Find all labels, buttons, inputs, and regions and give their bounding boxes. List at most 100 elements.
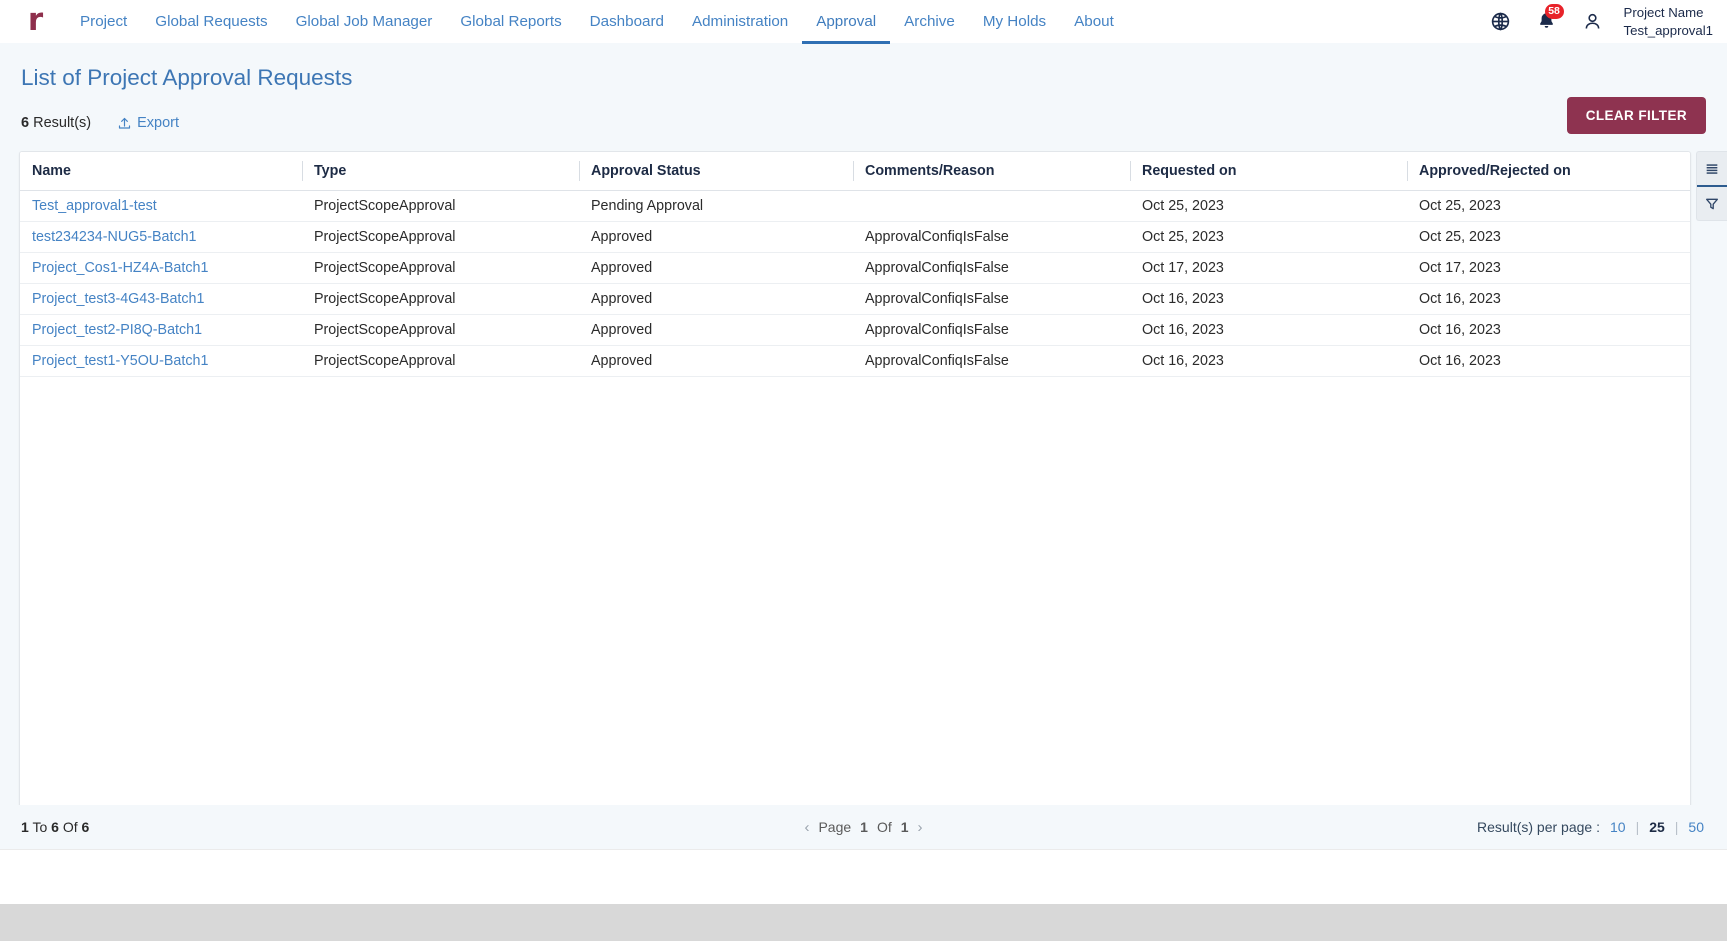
cell-name: test234234-NUG5-Batch1 xyxy=(20,221,302,253)
table-row: Project_Cos1-HZ4A-Batch1 ProjectScopeApp… xyxy=(20,252,1690,284)
column-header-requested-on[interactable]: Requested on xyxy=(1130,152,1407,191)
range-to-label: To xyxy=(32,819,48,835)
page-of-label: Of xyxy=(876,819,892,835)
user-icon xyxy=(1585,13,1600,29)
main-nav-links: Project Global Requests Global Job Manag… xyxy=(66,0,1128,44)
cell-type: ProjectScopeApproval xyxy=(302,283,579,315)
column-header-approved-rejected-on[interactable]: Approved/Rejected on xyxy=(1407,152,1690,191)
per-page-option-50[interactable]: 50 xyxy=(1686,819,1706,835)
total-page-number: 1 xyxy=(900,819,909,835)
app-logo[interactable]: r xyxy=(0,0,56,43)
per-page-divider: | xyxy=(1635,819,1640,835)
export-button[interactable]: Export xyxy=(117,115,179,131)
table-body: Test_approval1-test ProjectScopeApproval… xyxy=(20,190,1690,377)
results-per-page-label: Result(s) per page : xyxy=(1477,819,1600,835)
page-label: Page xyxy=(818,819,852,835)
range-total: 6 xyxy=(81,819,90,835)
user-account-button[interactable] xyxy=(1570,0,1616,43)
current-page-number: 1 xyxy=(860,819,868,835)
language-globe-button[interactable] xyxy=(1478,0,1524,43)
table-header-row: Name Type Approval Status Comments/Reaso… xyxy=(20,152,1690,191)
column-header-type[interactable]: Type xyxy=(302,152,579,191)
cell-name: Project_test1-Y5OU-Batch1 xyxy=(20,345,302,377)
column-header-approval-status[interactable]: Approval Status xyxy=(579,152,853,191)
result-count: 6 Result(s) xyxy=(21,115,91,131)
range-to: 6 xyxy=(51,819,59,835)
filter-panel-button[interactable] xyxy=(1697,187,1727,220)
list-lines-icon xyxy=(1706,163,1718,174)
cell-comments: ApprovalConfiqIsFalse xyxy=(853,345,1130,377)
cell-type: ProjectScopeApproval xyxy=(302,221,579,253)
cell-type: ProjectScopeApproval xyxy=(302,345,579,377)
column-settings-button[interactable] xyxy=(1697,152,1727,185)
record-range: 1 To 6 Of 6 xyxy=(21,819,89,835)
nav-item-project[interactable]: Project xyxy=(66,1,141,44)
notification-badge-count: 58 xyxy=(1544,4,1564,19)
globe-icon xyxy=(1491,12,1510,31)
column-header-comments-reason[interactable]: Comments/Reason xyxy=(853,152,1130,191)
cell-requested-on: Oct 16, 2023 xyxy=(1130,345,1407,377)
range-of-label: Of xyxy=(62,819,78,835)
next-page-button[interactable]: › xyxy=(918,819,923,836)
cell-comments xyxy=(853,190,1130,222)
pagination-bar: 1 To 6 Of 6 ‹ Page 1 Of 1 › Result(s) pe… xyxy=(0,805,1727,849)
cell-status: Approved xyxy=(579,283,853,315)
project-context[interactable]: Project Name Test_approval1 xyxy=(1624,4,1713,40)
cell-requested-on: Oct 25, 2023 xyxy=(1130,190,1407,222)
table-row: Project_test3-4G43-Batch1 ProjectScopeAp… xyxy=(20,283,1690,315)
nav-item-global-job-manager[interactable]: Global Job Manager xyxy=(282,1,447,44)
nav-item-administration[interactable]: Administration xyxy=(678,1,802,44)
row-name-link[interactable]: Project_test2-PI8Q-Batch1 xyxy=(32,322,202,338)
cell-decided-on: Oct 25, 2023 xyxy=(1407,190,1690,222)
row-name-link[interactable]: test234234-NUG5-Batch1 xyxy=(32,229,197,245)
nav-item-dashboard[interactable]: Dashboard xyxy=(576,1,678,44)
cell-requested-on: Oct 16, 2023 xyxy=(1130,283,1407,315)
page-navigator: ‹ Page 1 Of 1 › xyxy=(804,819,922,836)
top-navigation-bar: r Project Global Requests Global Job Man… xyxy=(0,0,1727,44)
page-content: List of Project Approval Requests 6 Resu… xyxy=(0,43,1727,849)
list-toolbar: 6 Result(s) Export CLEAR FILTER xyxy=(0,91,1727,141)
header-actions: 58 Project Name Test_approval1 xyxy=(1478,0,1727,43)
result-count-number: 6 xyxy=(21,115,30,131)
bottom-gray-bar xyxy=(0,904,1727,941)
bottom-strip xyxy=(0,849,1727,941)
cell-comments: ApprovalConfiqIsFalse xyxy=(853,221,1130,253)
row-name-link[interactable]: Test_approval1-test xyxy=(32,198,157,214)
cell-name: Project_test3-4G43-Batch1 xyxy=(20,283,302,315)
cell-type: ProjectScopeApproval xyxy=(302,314,579,346)
approval-requests-table-card: Name Type Approval Status Comments/Reaso… xyxy=(19,151,1691,821)
page-title: List of Project Approval Requests xyxy=(21,65,353,90)
cell-requested-on: Oct 16, 2023 xyxy=(1130,314,1407,346)
table-row: Project_test1-Y5OU-Batch1 ProjectScopeAp… xyxy=(20,345,1690,377)
logo-mark-icon: r xyxy=(27,1,43,38)
notifications-button[interactable]: 58 xyxy=(1524,0,1570,43)
clear-filter-button[interactable]: CLEAR FILTER xyxy=(1566,97,1706,134)
per-page-option-10[interactable]: 10 xyxy=(1608,819,1628,835)
nav-item-about[interactable]: About xyxy=(1060,1,1128,44)
approval-requests-table: Name Type Approval Status Comments/Reaso… xyxy=(20,152,1690,377)
nav-item-approval[interactable]: Approval xyxy=(802,1,891,44)
cell-comments: ApprovalConfiqIsFalse xyxy=(853,283,1130,315)
project-name-value: Test_approval1 xyxy=(1623,22,1713,38)
row-name-link[interactable]: Project_test3-4G43-Batch1 xyxy=(32,291,204,307)
export-label: Export xyxy=(137,115,180,131)
results-per-page-control: Result(s) per page : 10 | 25 | 50 xyxy=(1477,819,1706,835)
range-from: 1 xyxy=(21,819,29,835)
nav-item-global-reports[interactable]: Global Reports xyxy=(446,1,575,44)
column-header-name[interactable]: Name xyxy=(20,152,302,191)
row-name-link[interactable]: Project_Cos1-HZ4A-Batch1 xyxy=(32,260,208,276)
per-page-divider: | xyxy=(1674,819,1679,835)
cell-name: Test_approval1-test xyxy=(20,190,302,222)
cell-status: Approved xyxy=(579,252,853,284)
per-page-option-25[interactable]: 25 xyxy=(1647,819,1667,835)
nav-item-archive[interactable]: Archive xyxy=(890,1,969,44)
cell-name: Project_Cos1-HZ4A-Batch1 xyxy=(20,252,302,284)
cell-name: Project_test2-PI8Q-Batch1 xyxy=(20,314,302,346)
cell-decided-on: Oct 25, 2023 xyxy=(1407,221,1690,253)
nav-item-my-holds[interactable]: My Holds xyxy=(969,1,1060,44)
table-row: Test_approval1-test ProjectScopeApproval… xyxy=(20,190,1690,222)
nav-item-global-requests[interactable]: Global Requests xyxy=(141,1,281,44)
previous-page-button[interactable]: ‹ xyxy=(804,819,809,836)
cell-requested-on: Oct 25, 2023 xyxy=(1130,221,1407,253)
row-name-link[interactable]: Project_test1-Y5OU-Batch1 xyxy=(32,353,208,369)
